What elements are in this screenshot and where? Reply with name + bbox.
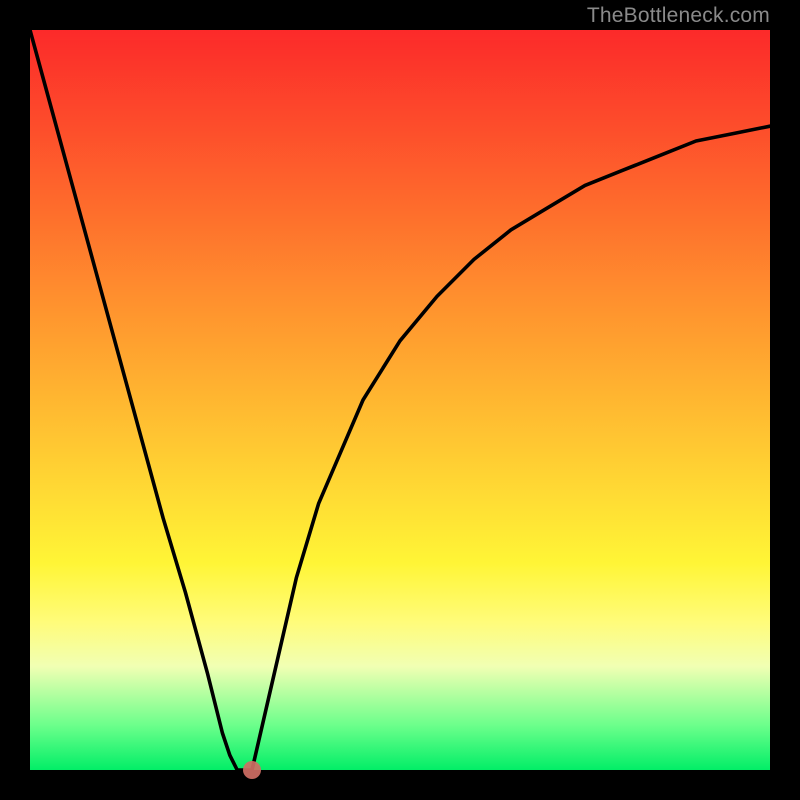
bottleneck-marker [243,761,261,779]
chart-frame: TheBottleneck.com [0,0,800,800]
bottleneck-curve [30,30,770,770]
watermark-text: TheBottleneck.com [587,4,770,28]
plot-area [30,30,770,770]
